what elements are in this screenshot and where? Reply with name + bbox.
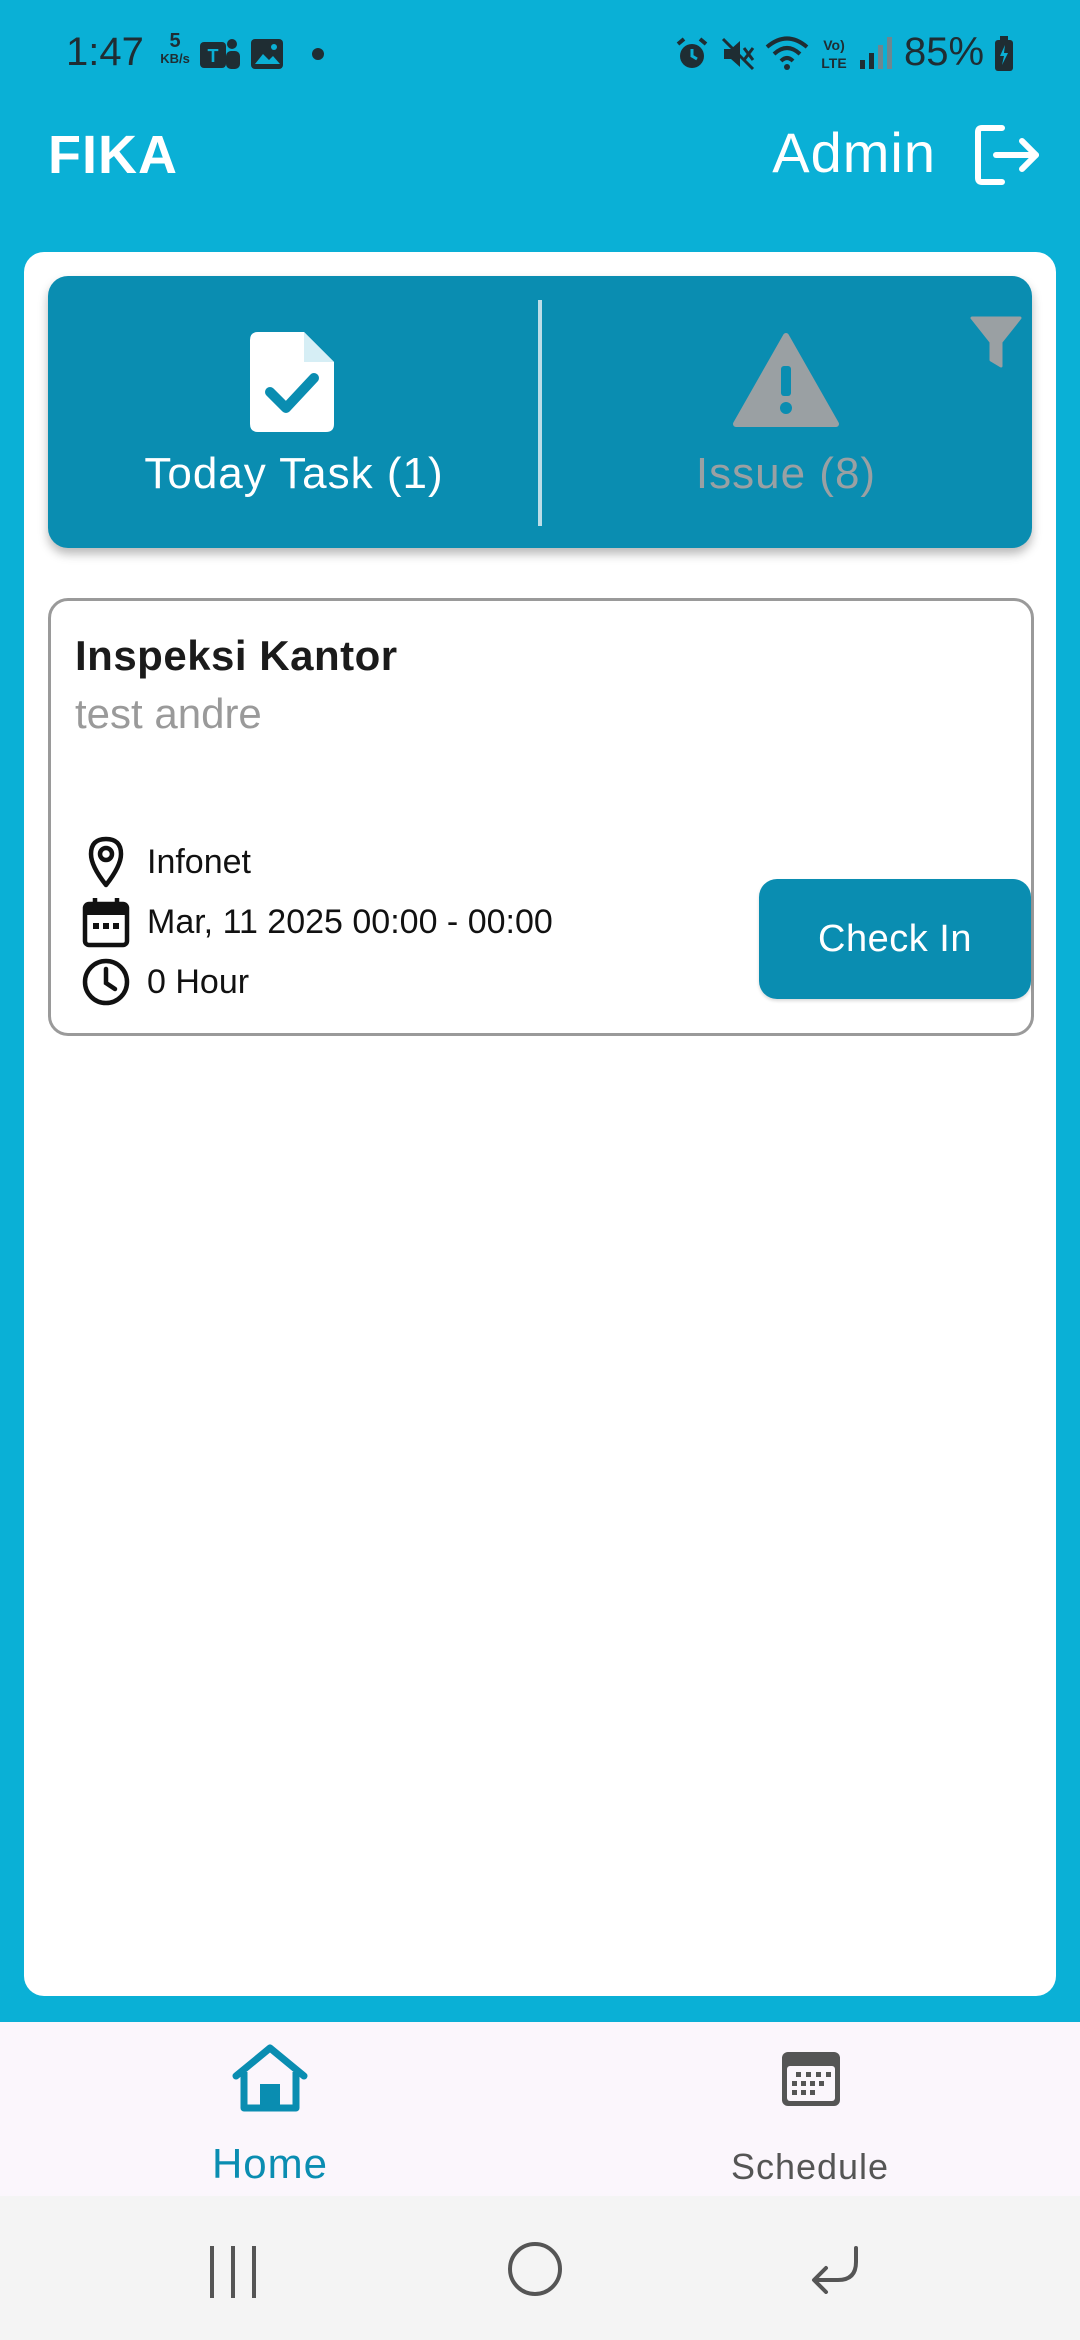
task-card[interactable]: Inspeksi Kantor test andre Infonet Mar, … [48,598,1034,1036]
network-speed-unit: KB/s [160,51,190,66]
tab-today-task-label: Today Task (1) [144,449,444,498]
status-time: 1:47 [66,30,144,74]
calendar-icon [82,898,130,948]
nav-home-label: Home [211,2140,329,2187]
svg-text:LTE: LTE [821,55,846,71]
gallery-icon [251,39,283,69]
volte-icon: Vo) LTE [821,37,846,71]
task-location: Infonet [147,843,251,881]
alarm-icon [676,37,708,68]
main-card: Today Task (1) Issue (8) Inspeksi Kantor… [24,252,1056,1996]
battery-icon [995,36,1013,71]
home-icon [232,2044,308,2112]
svg-text:T: T [208,46,219,66]
nav-schedule-label: Schedule [730,2146,890,2187]
logout-button[interactable] [972,120,1044,190]
user-name: Admin [772,121,936,184]
tab-issue-label: Issue (8) [695,449,877,498]
mute-icon [721,37,755,71]
network-speed-value: 5 [169,30,181,52]
nav-schedule[interactable]: Schedule [540,2022,1080,2196]
task-tabs: Today Task (1) Issue (8) [48,276,1032,548]
filter-button[interactable] [970,314,1022,370]
tab-issue[interactable]: Issue (8) [540,276,1032,548]
filter-icon [970,316,1022,368]
clock-icon [82,958,130,1006]
warning-icon [733,333,839,427]
task-document-icon [250,332,334,432]
app-screen: 1:47 5 KB/s T Vo) LTE 85% FIKA Admin Tod… [0,0,1080,2340]
battery-percent: 85% [904,30,985,74]
location-pin-icon [88,836,124,888]
network-speed: 5 KB/s [155,30,195,68]
task-duration: 0 Hour [147,963,250,1001]
nav-home[interactable]: Home [0,2022,540,2196]
status-bar: 1:47 5 KB/s T Vo) LTE 85% [0,0,1080,108]
home-circle-icon[interactable] [506,2240,564,2298]
task-title: Inspeksi Kantor [75,632,398,679]
svg-text:Vo): Vo) [823,37,845,53]
system-navigation-bar [0,2196,1080,2340]
wifi-icon [765,36,809,70]
schedule-calendar-icon [782,2052,840,2106]
dot-icon [312,48,324,60]
task-datetime: Mar, 11 2025 00:00 - 00:00 [147,903,553,941]
check-in-button[interactable]: Check In [759,879,1031,999]
teams-icon: T [200,39,240,69]
tab-today-task[interactable]: Today Task (1) [48,276,540,548]
logout-icon [975,125,1039,185]
task-subtitle: test andre [75,690,262,737]
back-icon[interactable] [808,2244,862,2294]
recent-apps-icon[interactable] [206,2244,260,2300]
app-title: FIKA [48,125,178,185]
bottom-navigation: Home Schedule [0,2022,1080,2196]
signal-icon [860,37,892,69]
